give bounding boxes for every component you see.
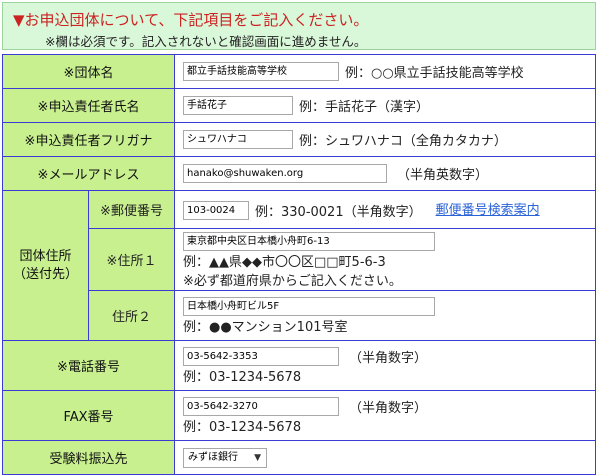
postal-example: 例：330-0021（半角数字） <box>255 205 422 220</box>
address-group-label-text: 団体住所 （送付先） <box>12 248 78 282</box>
address2-label: 住所２ <box>88 290 175 341</box>
registration-form-page: ▼お申込団体について、下記項目をご記入ください。 ※欄は必須です。記入されないと… <box>0 0 600 475</box>
fax-cell: 03-5642-3270 （半角数字） 例：03-1234-5678 <box>174 390 596 441</box>
fax-example: 例：03-1234-5678 <box>183 419 302 435</box>
organization-form-table: ※団体名 都立手話技能高等学校 例：○○県立手話技能高等学校 ※申込責任者氏名 手… <box>2 54 596 475</box>
person-kana-cell: シュワハナコ 例：シュワハナコ（全角カタカナ） <box>174 122 596 157</box>
person-name-cell: 手話花子 例：手話花子（漢字） <box>174 88 596 123</box>
bank-label: 受験料振込先 <box>2 440 175 475</box>
row-phone: ※電話番号 03-5642-3353 （半角数字） 例：03-1234-5678 <box>2 340 596 391</box>
row-person-kana: ※申込責任者フリガナ シュワハナコ 例：シュワハナコ（全角カタカナ） <box>2 122 596 157</box>
row-org-name: ※団体名 都立手話技能高等学校 例：○○県立手話技能高等学校 <box>2 54 596 89</box>
address2-input[interactable]: 日本橋小舟町ビル5F <box>183 296 435 316</box>
postal-cell: 103-0024 例：330-0021（半角数字） 郵便番号検索案内 <box>174 190 596 229</box>
fax-input[interactable]: 03-5642-3270 <box>183 396 339 416</box>
address2-example: 例：●●マンション101号室 <box>183 319 348 335</box>
org-name-example: 例：○○県立手話技能高等学校 <box>345 66 524 81</box>
fax-label: FAX番号 <box>2 390 175 441</box>
person-kana-label: ※申込責任者フリガナ <box>2 122 175 157</box>
org-name-label: ※団体名 <box>2 54 175 89</box>
postal-input[interactable]: 103-0024 <box>183 201 249 220</box>
address1-note: ※必ず都道府県からご記入ください。 <box>183 274 402 289</box>
postal-search-link[interactable]: 郵便番号検索案内 <box>436 203 540 218</box>
address1-cell: 東京都中央区日本橋小舟町6-13 例：▲▲県◆◆市〇〇区□□町5-6-3 ※必ず… <box>174 228 596 291</box>
notice-required-note: ※欄は必須です。記入されないと確認画面に進めません。 <box>45 34 367 49</box>
postal-label: ※郵便番号 <box>88 190 175 229</box>
row-address2: 住所２ 日本橋小舟町ビル5F 例：●●マンション101号室 <box>3 290 596 341</box>
address2-cell: 日本橋小舟町ビル5F 例：●●マンション101号室 <box>174 290 596 341</box>
row-address1: ※住所１ 東京都中央区日本橋小舟町6-13 例：▲▲県◆◆市〇〇区□□町5-6-… <box>3 228 596 291</box>
person-name-label: ※申込責任者氏名 <box>2 88 175 123</box>
person-kana-example: 例：シュワハナコ（全角カタカナ） <box>299 134 507 149</box>
row-fax: FAX番号 03-5642-3270 （半角数字） 例：03-1234-5678 <box>2 390 596 441</box>
row-person-name: ※申込責任者氏名 手話花子 例：手話花子（漢字） <box>2 88 596 123</box>
person-kana-input[interactable]: シュワハナコ <box>183 130 293 149</box>
phone-label: ※電話番号 <box>2 340 175 391</box>
org-name-cell: 都立手話技能高等学校 例：○○県立手話技能高等学校 <box>174 54 596 89</box>
email-cell: hanako@shuwaken.org （半角英数字） <box>174 156 596 191</box>
phone-note: （半角数字） <box>349 350 428 366</box>
address1-example: 例：▲▲県◆◆市〇〇区□□町5-6-3 <box>183 255 386 270</box>
address-group-label: 団体住所 （送付先） <box>2 190 89 341</box>
row-email: ※メールアドレス hanako@shuwaken.org （半角英数字） <box>2 156 596 191</box>
notice-heading: ▼お申込団体について、下記項目をご記入ください。 <box>13 11 369 29</box>
row-bank: 受験料振込先 みずほ銀行 ▼ <box>2 440 596 475</box>
bank-cell: みずほ銀行 ▼ <box>174 440 596 475</box>
address1-input[interactable]: 東京都中央区日本橋小舟町6-13 <box>183 232 435 251</box>
row-postal: 団体住所 （送付先） ※郵便番号 103-0024 例：330-0021（半角数字… <box>2 190 596 341</box>
org-name-input[interactable]: 都立手話技能高等学校 <box>183 62 339 81</box>
address1-label: ※住所１ <box>88 228 175 291</box>
phone-input[interactable]: 03-5642-3353 <box>183 346 339 366</box>
chevron-down-icon: ▼ <box>254 452 261 463</box>
email-input[interactable]: hanako@shuwaken.org <box>183 164 387 183</box>
instruction-notice: ▼お申込団体について、下記項目をご記入ください。 ※欄は必須です。記入されないと… <box>2 2 596 50</box>
email-note: （半角英数字） <box>397 168 489 183</box>
fax-note: （半角数字） <box>349 400 428 416</box>
person-name-input[interactable]: 手話花子 <box>183 96 293 115</box>
phone-example: 例：03-1234-5678 <box>183 369 302 385</box>
person-name-example: 例：手話花子（漢字） <box>299 100 430 115</box>
phone-cell: 03-5642-3353 （半角数字） 例：03-1234-5678 <box>174 340 596 391</box>
email-label: ※メールアドレス <box>2 156 175 191</box>
bank-select[interactable]: みずほ銀行 ▼ <box>183 447 267 468</box>
bank-select-value: みずほ銀行 <box>188 451 238 463</box>
